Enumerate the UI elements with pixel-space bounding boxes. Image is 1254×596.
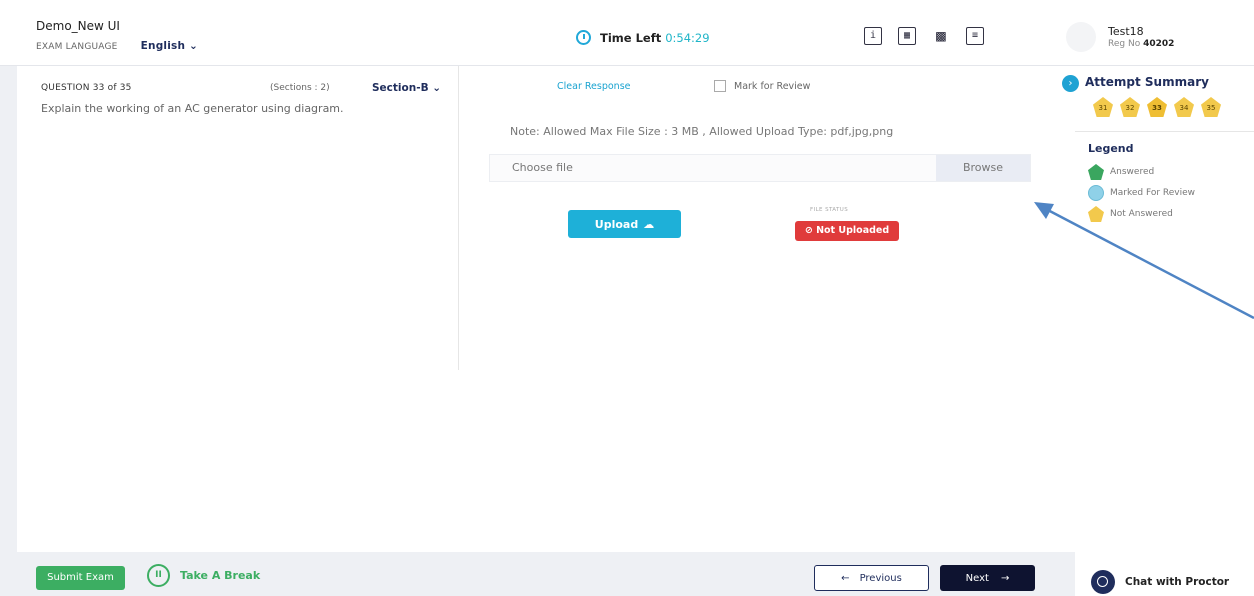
chat-label: Chat with Proctor	[1125, 576, 1230, 588]
question-palette-item-current[interactable]: 33	[1147, 97, 1167, 117]
arrow-left-icon: ←	[841, 572, 850, 584]
next-button[interactable]: Next →	[940, 565, 1035, 591]
timer: Time Left 0:54:29	[576, 30, 710, 45]
question-palette-item[interactable]: 32	[1120, 97, 1140, 117]
registration-number: Reg No 40202	[1108, 39, 1174, 49]
mark-review-checkbox[interactable]	[714, 80, 726, 92]
file-chooser[interactable]: Choose file Browse	[489, 154, 1031, 182]
timer-value: 0:54:29	[665, 30, 710, 45]
info-icon[interactable]: i	[864, 27, 882, 45]
upload-button[interactable]: Upload ☁	[568, 210, 681, 238]
next-label: Next	[965, 572, 989, 584]
sections-count: (Sections : 2)	[270, 83, 330, 93]
question-palette-item[interactable]: 34	[1174, 97, 1194, 117]
qr-code-icon[interactable]: ▩	[932, 27, 950, 45]
attempt-summary-panel: › Attempt Summary 31 32 33 34 35 Legend …	[1062, 66, 1254, 596]
question-palette-item[interactable]: 35	[1201, 97, 1221, 117]
annotation-arrow	[1034, 202, 1254, 320]
mark-review-label: Mark for Review	[734, 80, 811, 92]
legend-answered: Answered	[1088, 164, 1154, 180]
question-palette: 31 32 33 34 35	[1093, 97, 1221, 117]
language-select[interactable]: English ⌄	[141, 40, 198, 52]
pause-icon: II	[147, 564, 170, 587]
avatar	[1066, 22, 1096, 52]
take-break-label: Take A Break	[180, 569, 261, 582]
legend-title: Legend	[1088, 142, 1134, 155]
exam-name: Demo_New UI	[36, 19, 120, 33]
take-break-button[interactable]: II Take A Break	[147, 564, 260, 587]
chevron-right-icon[interactable]: ›	[1062, 75, 1079, 92]
legend-label: Answered	[1110, 167, 1155, 177]
top-header: Demo_New UI EXAM LANGUAGE English ⌄ Time…	[0, 0, 1254, 66]
clear-response-link[interactable]: Clear Response	[557, 81, 631, 92]
document-icon[interactable]: ≡	[966, 27, 984, 45]
question-palette-item[interactable]: 31	[1093, 97, 1113, 117]
upload-label: Upload	[594, 217, 639, 231]
mark-for-review[interactable]: Mark for Review	[714, 80, 810, 92]
section-select[interactable]: Section-B ⌄	[372, 82, 441, 94]
previous-label: Previous	[859, 572, 902, 584]
toolbar: i ▦ ▩ ≡	[864, 27, 984, 45]
exam-language-label: EXAM LANGUAGE	[36, 42, 118, 52]
status-badge: ⊘ Not Uploaded	[795, 221, 899, 241]
file-input[interactable]: Choose file	[490, 155, 936, 181]
chat-with-proctor-button[interactable]: Chat with Proctor	[1091, 570, 1229, 594]
chat-icon	[1091, 570, 1115, 594]
submit-exam-button[interactable]: Submit Exam	[36, 566, 125, 590]
previous-button[interactable]: ← Previous	[814, 565, 929, 591]
attempt-summary-title: Attempt Summary	[1085, 75, 1209, 89]
footer-bar: Submit Exam II Take A Break ← Previous N…	[17, 552, 1075, 596]
timer-label: Time Left	[600, 30, 662, 45]
arrow-right-icon: →	[1000, 572, 1010, 584]
question-text: Explain the working of an AC generator u…	[41, 102, 344, 115]
calculator-icon[interactable]: ▦	[898, 27, 916, 45]
cloud-upload-icon: ☁	[643, 217, 655, 231]
upload-note: Note: Allowed Max File Size : 3 MB , All…	[510, 125, 894, 138]
browse-button[interactable]: Browse	[936, 155, 1030, 181]
stopwatch-icon	[576, 30, 591, 45]
user-name: Test18	[1108, 25, 1144, 38]
question-panel: QUESTION 33 of 35 (Sections : 2) Section…	[17, 66, 1075, 552]
exam-language-row: EXAM LANGUAGE English ⌄	[36, 40, 198, 52]
file-status-label: FILE STATUS	[810, 207, 849, 213]
question-area: QUESTION 33 of 35 (Sections : 2) Section…	[17, 66, 459, 370]
reg-no-value: 40202	[1143, 39, 1175, 49]
question-number: QUESTION 33 of 35	[41, 83, 132, 93]
reg-label: Reg No	[1108, 39, 1141, 49]
answered-icon	[1088, 164, 1104, 180]
divider	[1075, 131, 1254, 132]
